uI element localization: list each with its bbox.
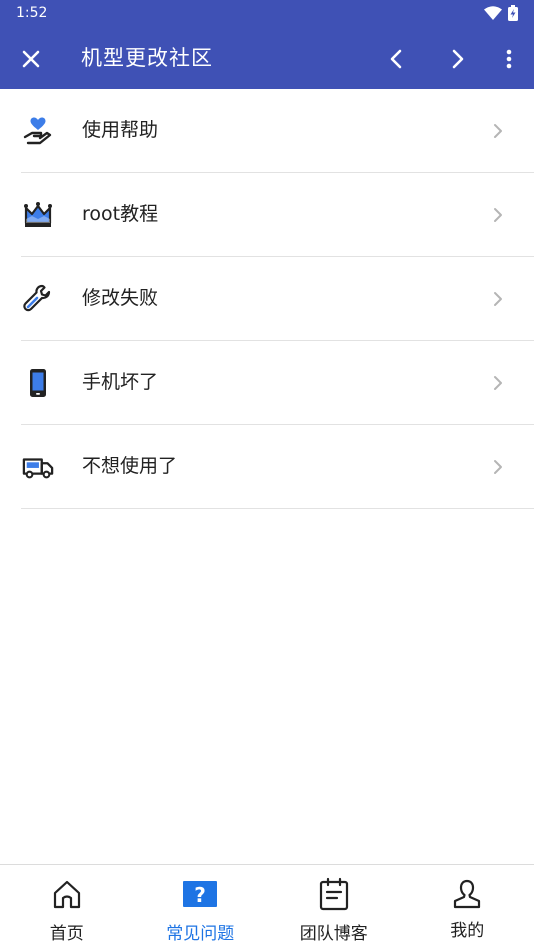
back-button[interactable] <box>374 28 418 89</box>
chevron-right-icon <box>494 208 502 222</box>
chevron-right-icon <box>494 292 502 306</box>
nav-item-faq[interactable]: ? 常见问题 <box>134 865 268 950</box>
menu-item-label: 不想使用了 <box>82 455 178 477</box>
bottom-nav: 首页 ? 常见问题 团队博客 我的 <box>0 864 534 950</box>
menu-item-modify-failed[interactable]: 修改失败 <box>0 257 534 341</box>
question-icon: ? <box>183 877 218 911</box>
wifi-icon <box>484 6 502 20</box>
nav-label: 首页 <box>49 924 84 944</box>
more-button[interactable] <box>487 28 531 89</box>
app-bar: 机型更改社区 <box>0 28 534 89</box>
nav-label: 我的 <box>450 921 485 941</box>
more-vertical-icon <box>506 49 512 68</box>
battery-charging-icon <box>508 5 518 21</box>
chevron-right-icon <box>494 124 502 138</box>
close-icon <box>22 50 40 67</box>
nav-label: 常见问题 <box>166 924 235 944</box>
notepad-icon <box>317 877 351 911</box>
crown-icon <box>22 199 54 231</box>
menu-list: 使用帮助 root教程 修改失败 手机坏了 不想使用了 <box>0 89 534 509</box>
chevron-right-icon <box>494 460 502 474</box>
home-icon <box>50 877 84 911</box>
wrench-icon <box>22 283 54 315</box>
nav-label: 团队博客 <box>299 924 368 944</box>
svg-text:?: ? <box>194 883 206 907</box>
menu-item-stop-using[interactable]: 不想使用了 <box>0 425 534 509</box>
nav-item-team-blog[interactable]: 团队博客 <box>267 865 401 950</box>
hand-heart-icon <box>22 115 54 147</box>
page-title: 机型更改社区 <box>81 46 213 70</box>
close-button[interactable] <box>9 28 53 89</box>
menu-item-label: root教程 <box>82 203 159 225</box>
nav-item-mine[interactable]: 我的 <box>401 865 534 950</box>
menu-item-label: 使用帮助 <box>82 119 159 141</box>
truck-icon <box>22 451 54 483</box>
chevron-right-icon <box>452 49 464 68</box>
menu-item-label: 手机坏了 <box>82 371 159 393</box>
chevron-left-icon <box>390 49 402 68</box>
status-icons <box>484 5 518 21</box>
user-icon <box>450 877 484 911</box>
menu-item-label: 修改失败 <box>82 287 159 309</box>
menu-item-phone-broken[interactable]: 手机坏了 <box>0 341 534 425</box>
smartphone-icon <box>22 367 54 399</box>
status-time: 1:52 <box>16 5 48 21</box>
forward-button[interactable] <box>436 28 480 89</box>
nav-item-home[interactable]: 首页 <box>0 865 134 950</box>
status-bar: 1:52 <box>0 0 534 28</box>
menu-item-root-tutorial[interactable]: root教程 <box>0 173 534 257</box>
chevron-right-icon <box>494 376 502 390</box>
menu-item-help[interactable]: 使用帮助 <box>0 89 534 173</box>
